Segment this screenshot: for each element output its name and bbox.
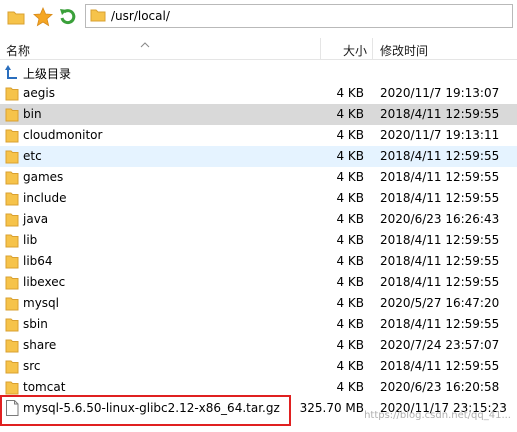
folder-icon — [90, 8, 106, 25]
folder-row[interactable]: lib 4 KB 2018/4/11 12:59:55 — [0, 230, 517, 251]
column-name-header[interactable]: 名称 — [6, 42, 30, 59]
folder-icon — [5, 358, 19, 374]
item-modified: 2020/6/23 16:26:43 — [380, 212, 500, 226]
item-size: 4 KB — [336, 86, 364, 100]
item-size: 325.70 MB — [299, 401, 364, 415]
folder-row[interactable]: src 4 KB 2018/4/11 12:59:55 — [0, 356, 517, 377]
item-modified: 2018/4/11 12:59:55 — [380, 149, 500, 163]
column-size-header[interactable]: 大小 — [343, 42, 367, 59]
item-modified: 2020/6/23 16:20:58 — [380, 380, 500, 394]
item-name: mysql — [23, 296, 59, 310]
folder-row[interactable]: games 4 KB 2018/4/11 12:59:55 — [0, 167, 517, 188]
folder-row[interactable]: bin 4 KB 2018/4/11 12:59:55 — [0, 104, 517, 125]
item-size: 4 KB — [336, 338, 364, 352]
folder-row[interactable]: mysql 4 KB 2020/5/27 16:47:20 — [0, 293, 517, 314]
item-name: sbin — [23, 317, 48, 331]
column-divider[interactable] — [372, 38, 373, 60]
highlight-box — [0, 395, 291, 426]
item-name: libexec — [23, 275, 66, 289]
item-name: java — [23, 212, 49, 226]
path-text: /usr/local/ — [111, 9, 170, 23]
refresh-icon[interactable] — [58, 7, 78, 27]
watermark: https://blog.csdn.net/qq_41... — [364, 410, 511, 421]
item-size: 4 KB — [336, 128, 364, 142]
item-size: 4 KB — [336, 380, 364, 394]
item-name: cloudmonitor — [23, 128, 103, 142]
folder-icon — [5, 85, 19, 101]
star-icon[interactable] — [33, 7, 53, 27]
folder-icon — [5, 274, 19, 290]
item-name: lib — [23, 233, 38, 247]
folder-row[interactable]: java 4 KB 2020/6/23 16:26:43 — [0, 209, 517, 230]
item-size: 4 KB — [336, 191, 364, 205]
folder-row[interactable]: etc 4 KB 2018/4/11 12:59:55 — [0, 146, 517, 167]
item-name: etc — [23, 149, 42, 163]
folder-icon — [5, 316, 19, 332]
item-modified: 2018/4/11 12:59:55 — [380, 275, 500, 289]
item-size: 4 KB — [336, 275, 364, 289]
column-header: 名称 大小 修改时间 — [0, 38, 517, 60]
folder-icon — [5, 190, 19, 206]
item-modified: 2020/11/7 19:13:11 — [380, 128, 500, 142]
item-size: 4 KB — [336, 317, 364, 331]
column-modified-header[interactable]: 修改时间 — [380, 42, 428, 59]
item-modified: 2018/4/11 12:59:55 — [380, 233, 500, 247]
folder-icon — [5, 379, 19, 395]
item-size: 4 KB — [336, 149, 364, 163]
item-name: include — [23, 191, 67, 205]
parent-directory-row[interactable]: 上级目录 — [0, 62, 517, 83]
folder-row[interactable]: lib64 4 KB 2018/4/11 12:59:55 — [0, 251, 517, 272]
item-size: 4 KB — [336, 233, 364, 247]
item-size: 4 KB — [336, 170, 364, 184]
item-modified: 2018/4/11 12:59:55 — [380, 317, 500, 331]
item-size: 4 KB — [336, 296, 364, 310]
folder-icon — [5, 232, 19, 248]
folder-icon — [5, 106, 19, 122]
folder-row[interactable]: aegis 4 KB 2020/11/7 19:13:07 — [0, 83, 517, 104]
path-input[interactable]: /usr/local/ — [85, 4, 513, 28]
column-divider[interactable] — [320, 38, 321, 60]
item-modified: 2018/4/11 12:59:55 — [380, 191, 500, 205]
parent-directory-label: 上级目录 — [23, 67, 72, 81]
item-name: games — [23, 170, 64, 184]
folder-icon — [5, 127, 19, 143]
folder-row[interactable]: sbin 4 KB 2018/4/11 12:59:55 — [0, 314, 517, 335]
toolbar: /usr/local/ — [0, 0, 517, 36]
item-size: 4 KB — [336, 212, 364, 226]
folder-row[interactable]: cloudmonitor 4 KB 2020/11/7 19:13:11 — [0, 125, 517, 146]
item-size: 4 KB — [336, 107, 364, 121]
item-name: share — [23, 338, 57, 352]
item-modified: 2018/4/11 12:59:55 — [380, 170, 500, 184]
item-modified: 2020/11/7 19:13:07 — [380, 86, 500, 100]
folder-icon[interactable] — [6, 7, 26, 27]
item-modified: 2020/7/24 23:57:07 — [380, 338, 500, 352]
folder-icon — [5, 148, 19, 164]
folder-icon — [5, 253, 19, 269]
folder-icon — [5, 337, 19, 353]
folder-icon — [5, 295, 19, 311]
folder-row[interactable]: include 4 KB 2018/4/11 12:59:55 — [0, 188, 517, 209]
item-modified: 2018/4/11 12:59:55 — [380, 359, 500, 373]
up-arrow-icon — [5, 64, 19, 80]
item-modified: 2018/4/11 12:59:55 — [380, 254, 500, 268]
item-modified: 2020/5/27 16:47:20 — [380, 296, 500, 310]
item-name: lib64 — [23, 254, 53, 268]
folder-row[interactable]: share 4 KB 2020/7/24 23:57:07 — [0, 335, 517, 356]
item-size: 4 KB — [336, 359, 364, 373]
item-name: bin — [23, 107, 42, 121]
item-modified: 2018/4/11 12:59:55 — [380, 107, 500, 121]
item-name: aegis — [23, 86, 55, 100]
item-name: tomcat — [23, 380, 66, 394]
folder-icon — [5, 169, 19, 185]
folder-row[interactable]: libexec 4 KB 2018/4/11 12:59:55 — [0, 272, 517, 293]
folder-icon — [5, 211, 19, 227]
item-size: 4 KB — [336, 254, 364, 268]
item-name: src — [23, 359, 41, 373]
